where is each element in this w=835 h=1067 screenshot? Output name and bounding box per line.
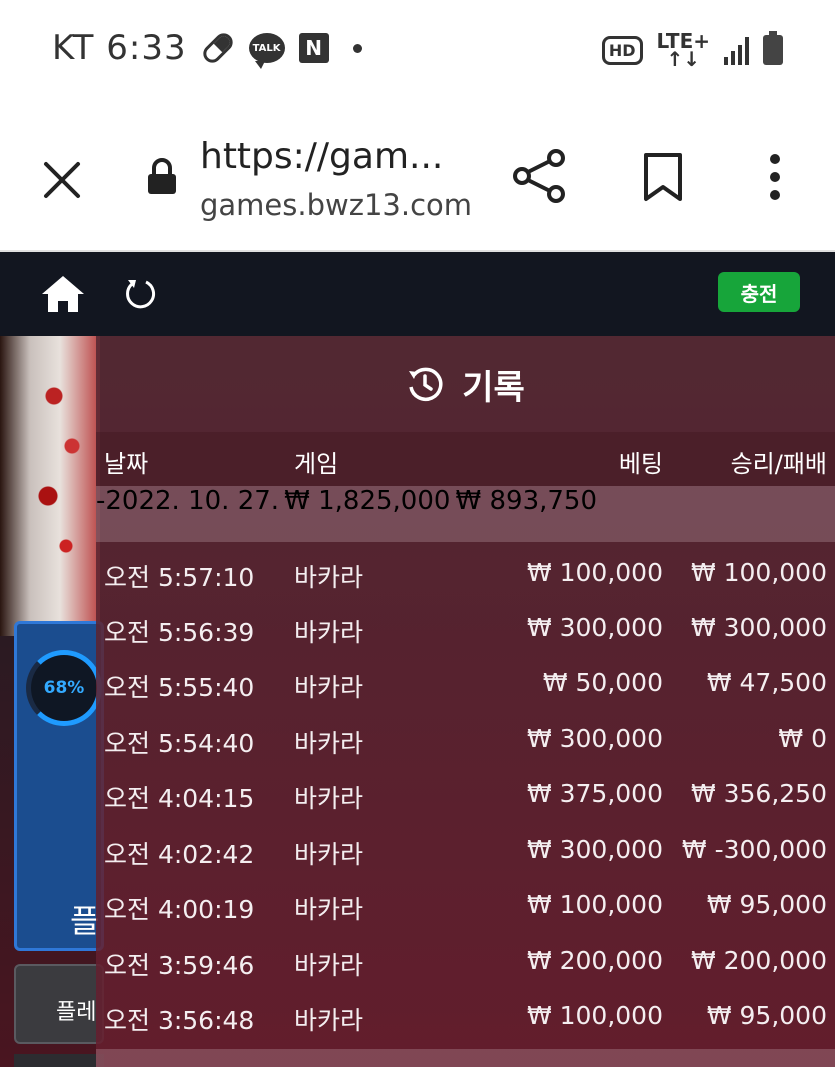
refresh-icon[interactable] [122, 276, 158, 312]
next-day-summary-row[interactable] [96, 1049, 835, 1067]
table-header: 날짜 게임 베팅 승리/패배 [96, 432, 835, 486]
share-icon[interactable] [512, 148, 568, 204]
player-button[interactable]: 플레 [14, 964, 104, 1044]
status-bar: KT 6:33 TALK N HD LTE+ ↑↓ [0, 0, 835, 100]
row-time: 오전 5:56:39 [104, 618, 255, 647]
naver-icon: N [298, 33, 329, 63]
row-bet: ₩ 375,000 [526, 779, 663, 808]
row-result: ₩ 47,500 [706, 668, 827, 697]
dot-icon [352, 43, 362, 53]
close-icon[interactable] [40, 158, 84, 202]
hd-voice-icon: HD [601, 35, 643, 65]
row-time: 오전 4:04:15 [104, 784, 255, 813]
row-game: 바카라 [294, 563, 364, 592]
modal-title: 기록 [462, 367, 525, 408]
row-result: ₩ 356,250 [690, 779, 827, 808]
row-result: ₩ 95,000 [706, 890, 827, 919]
row-bet: ₩ 300,000 [526, 835, 663, 864]
row-time: 오전 3:56:48 [104, 1006, 255, 1035]
row-game: 바카라 [294, 951, 364, 980]
row-game: 바카라 [294, 784, 364, 813]
bottom-strip [14, 1054, 104, 1067]
table-row: 오전 4:04:15 바카라 ₩ 375,000 ₩ 356,250 [96, 767, 835, 822]
signal-icon [724, 35, 749, 65]
table-row: 오전 3:56:48 바카라 ₩ 100,000 ₩ 95,000 [96, 989, 835, 1044]
row-result: ₩ 95,000 [706, 1001, 827, 1030]
pill-icon [199, 29, 236, 67]
row-bet: ₩ 300,000 [526, 724, 663, 753]
col-game: 게임 [294, 450, 339, 478]
summary-date: -2022. 10. 27. [96, 486, 280, 516]
row-time: 오전 4:00:19 [104, 895, 255, 924]
row-time: 오전 4:02:42 [104, 840, 255, 869]
row-game: 바카라 [294, 618, 364, 647]
row-game: 바카라 [294, 840, 364, 869]
row-result: ₩ -300,000 [681, 835, 827, 864]
home-icon[interactable] [40, 274, 86, 314]
game-nav-bar: 충전 [0, 252, 835, 336]
charge-button[interactable]: 충전 [718, 272, 800, 312]
row-bet: ₩ 100,000 [526, 558, 663, 587]
row-result: ₩ 100,000 [690, 558, 827, 587]
more-options-icon[interactable] [752, 152, 798, 202]
progress-ring: 68% [26, 650, 102, 726]
table-row: 오전 5:57:10 바카라 ₩ 100,000 ₩ 100,000 [96, 546, 835, 601]
col-date: 날짜 [104, 450, 149, 478]
col-bet: 베팅 [618, 450, 663, 478]
battery-icon [763, 31, 783, 65]
row-result: ₩ 300,000 [690, 613, 827, 642]
row-bet: ₩ 100,000 [526, 1001, 663, 1030]
day-summary-row[interactable]: -2022. 10. 27. ₩ 1,825,000 ₩ 893,750 [96, 486, 835, 542]
lte-plus-icon: LTE+ ↑↓ [656, 29, 711, 71]
lock-icon [148, 158, 176, 194]
row-bet: ₩ 200,000 [526, 946, 663, 975]
row-game: 바카라 [294, 1006, 364, 1035]
modal-header: 기록 [96, 336, 835, 432]
table-row: 오전 3:59:46 바카라 ₩ 200,000 ₩ 200,000 [96, 934, 835, 989]
table-row: 오전 5:54:40 바카라 ₩ 300,000 ₩ 0 [96, 712, 835, 767]
lte-label: LTE+ [656, 29, 711, 53]
bookmark-icon[interactable] [640, 152, 686, 202]
table-row: 오전 4:02:42 바카라 ₩ 300,000 ₩ -300,000 [96, 823, 835, 878]
row-time: 오전 3:59:46 [104, 951, 255, 980]
summary-bet: ₩ 1,825,000 [284, 486, 451, 516]
records-modal: 기록 날짜 게임 베팅 승리/패배 -2022. 10. 27. ₩ 1,825… [96, 336, 835, 1067]
carrier-time: KT 6:33 [52, 28, 187, 68]
row-game: 바카라 [294, 729, 364, 758]
row-result: ₩ 0 [778, 724, 827, 753]
browser-toolbar: https://gam... games.bwz13.com [0, 100, 835, 252]
decorative-wall [0, 336, 100, 636]
row-bet: ₩ 100,000 [526, 890, 663, 919]
row-bet: ₩ 300,000 [526, 613, 663, 642]
row-time: 오전 5:57:10 [104, 563, 255, 592]
row-game: 바카라 [294, 673, 364, 702]
summary-result: ₩ 893,750 [455, 486, 598, 516]
col-result: 승리/패배 [730, 450, 827, 478]
row-time: 오전 5:54:40 [104, 729, 255, 758]
table-row: 오전 4:00:19 바카라 ₩ 100,000 ₩ 95,000 [96, 878, 835, 933]
kakaotalk-icon: TALK [248, 33, 285, 69]
row-bet: ₩ 50,000 [542, 668, 663, 697]
page-title[interactable]: https://gam... [200, 136, 443, 177]
history-icon [409, 367, 443, 402]
table-row: 오전 5:56:39 바카라 ₩ 300,000 ₩ 300,000 [96, 601, 835, 656]
row-result: ₩ 200,000 [690, 946, 827, 975]
row-game: 바카라 [294, 895, 364, 924]
table-row: 오전 5:55:40 바카라 ₩ 50,000 ₩ 47,500 [96, 656, 835, 711]
row-time: 오전 5:55:40 [104, 673, 255, 702]
url-host[interactable]: games.bwz13.com [200, 188, 472, 222]
